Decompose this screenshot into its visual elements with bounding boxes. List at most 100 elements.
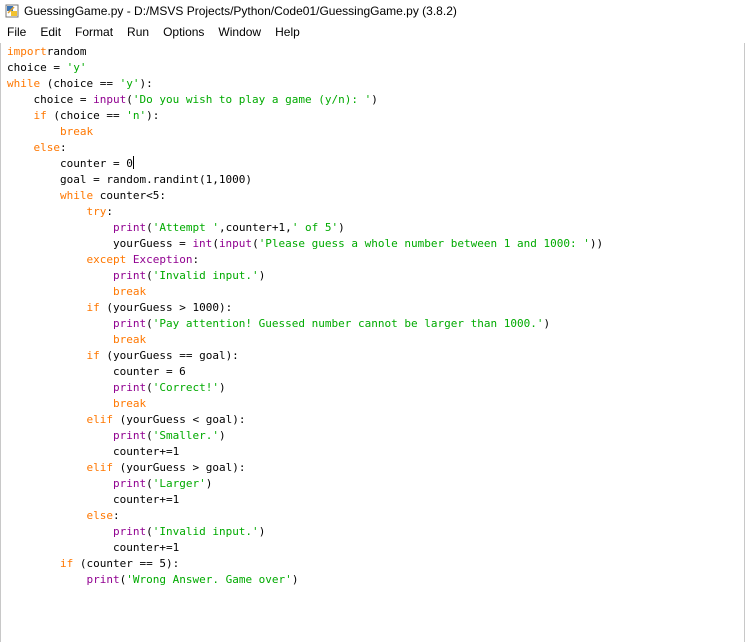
code-token: while [7,77,41,90]
code-token: ( [212,237,219,250]
code-line[interactable]: try: [7,204,603,220]
code-line[interactable]: break [7,396,603,412]
code-line[interactable]: print('Wrong Answer. Game over') [7,572,603,588]
code-line[interactable]: elif (yourGuess > goal): [7,460,603,476]
code-line[interactable]: if (yourGuess == goal): [7,348,603,364]
code-token: input [218,237,253,250]
code-token: print [112,429,147,442]
code-token: break [112,397,147,410]
code-token: 'Attempt ' [152,221,219,234]
code-token: print [86,573,120,586]
code-line[interactable]: print('Invalid input.') [7,268,603,284]
code-token: 'y' [119,77,140,90]
code-line[interactable]: break [7,332,603,348]
menu-run[interactable]: Run [120,22,156,43]
menu-format[interactable]: Format [68,22,120,43]
code-token: print [112,317,147,330]
code-token: ) [258,525,266,538]
code-token: input [93,93,127,106]
code-line[interactable]: print('Invalid input.') [7,524,603,540]
code-line[interactable]: elif (yourGuess < goal): [7,412,603,428]
code-line[interactable]: choice = input('Do you wish to play a ga… [7,92,603,108]
code-token: ) [205,477,213,490]
code-token: (yourGuess > goal): [112,461,246,474]
code-line[interactable]: break [7,124,603,140]
menu-help[interactable]: Help [268,22,307,43]
code-line[interactable]: choice = 'y' [7,60,603,76]
code-token: 'Pay attention! Guessed number cannot be… [152,317,544,330]
menu-options[interactable]: Options [156,22,211,43]
code-token: 'Invalid input.' [152,525,259,538]
code-line[interactable]: break [7,284,603,300]
code-line[interactable]: counter = 6 [7,364,603,380]
code-line[interactable]: counter+=1 [7,444,603,460]
code-text[interactable]: importrandom choice = 'y' while (choice ==… [7,44,603,588]
code-line[interactable]: print('Larger') [7,476,603,492]
code-line[interactable]: if (yourGuess > 1000): [7,300,603,316]
code-token: (yourGuess > 1000): [99,301,233,314]
code-token: counter = 0 [7,157,133,170]
code-token: 'Wrong Answer. Game over' [126,573,292,586]
code-line[interactable]: yourGuess = int(input('Please guess a wh… [7,236,603,252]
code-token: break [112,333,147,346]
menu-edit[interactable]: Edit [33,22,68,43]
python-idle-icon [5,4,19,18]
code-line[interactable]: counter+=1 [7,540,603,556]
code-line[interactable]: counter = 0 [7,156,603,172]
menu-window[interactable]: Window [211,22,268,43]
code-line[interactable]: importrandom [7,44,603,60]
code-token: ( [126,93,133,106]
code-token: ): [139,77,153,90]
code-line[interactable]: else: [7,140,603,156]
code-line[interactable]: print('Attempt ',counter+1,' of 5') [7,220,603,236]
code-line[interactable]: print('Correct!') [7,380,603,396]
code-token: counter+=1 [7,541,180,554]
code-token: ) [218,381,226,394]
code-token: (choice == [46,109,127,122]
code-token: ( [146,221,153,234]
code-token: ): [146,109,160,122]
code-token: random [46,45,87,58]
code-line[interactable]: if (counter == 5): [7,556,603,572]
code-token: ) [338,221,345,234]
code-token: counter+=1 [7,493,180,506]
code-token: else [33,141,61,154]
code-token: ( [146,525,153,538]
code-token: ( [146,317,153,330]
menu-file[interactable]: File [0,22,33,43]
code-line[interactable]: except Exception: [7,252,603,268]
code-line[interactable]: counter+=1 [7,492,603,508]
code-token: if [86,301,100,314]
code-line[interactable]: while (choice == 'y'): [7,76,603,92]
code-line[interactable]: print('Smaller.') [7,428,603,444]
code-token: choice = [7,93,94,106]
code-line[interactable]: print('Pay attention! Guessed number can… [7,316,603,332]
code-token: : [60,141,67,154]
code-line[interactable]: if (choice == 'n'): [7,108,603,124]
code-token: if [59,557,74,570]
code-token: ) [543,317,551,330]
code-editor[interactable]: importrandom choice = 'y' while (choice ==… [0,43,745,642]
code-token: except [86,253,127,266]
code-line[interactable]: goal = random.randint(1,1000) [7,172,603,188]
code-line[interactable]: else: [7,508,603,524]
code-token: ' of 5' [291,221,339,234]
code-token: if [33,109,47,122]
code-token: break [59,125,94,138]
code-token: 'y' [66,61,87,74]
code-token: choice = [7,61,67,74]
code-line[interactable]: while counter<5: [7,188,603,204]
